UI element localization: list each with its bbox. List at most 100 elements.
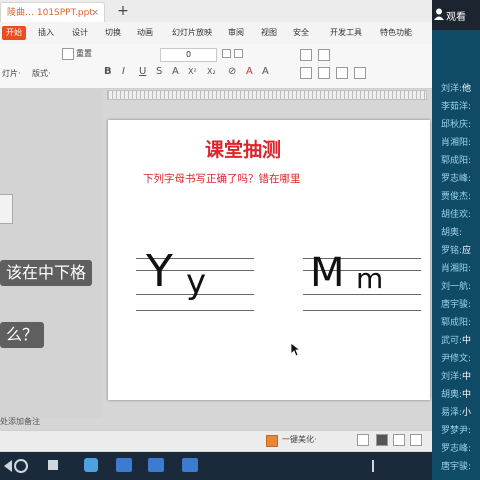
chat-username: 邱秋庆: [441,120,472,130]
text-effect-button[interactable]: A [262,66,269,78]
subscript-button[interactable]: X₂ [207,66,216,78]
subtitle-line-2: 么？ [0,322,45,348]
chat-text: 中 [462,372,472,382]
recent-apps-icon[interactable] [48,460,58,470]
chat-username: 肖湘阳: [441,264,472,274]
chat-text: 中 [462,336,472,346]
slides-pane [0,88,102,418]
chat-username: 胡奥: [441,390,463,400]
chat-message: 郓成阳: [432,314,480,332]
font-color-button[interactable]: A [172,66,179,78]
tab-design[interactable]: 设计 [72,26,88,40]
chat-message: 邱秋庆: [432,116,480,134]
letter-M: M [310,250,345,296]
close-tab-icon[interactable]: × [91,3,99,23]
reset-icon [62,48,74,60]
bullet-list-icon[interactable] [300,49,312,61]
chat-message: 肖湘阳: [432,134,480,152]
tab-special-features[interactable]: 特色功能 [380,26,412,40]
tab-developer-tools[interactable]: 开发工具 [330,26,362,40]
reset-button[interactable]: 重置 [76,48,92,60]
chat-username: 肖湘阳: [441,138,472,148]
reading-view-icon[interactable] [410,434,422,446]
justify-icon[interactable] [354,67,366,79]
chat-text: 中 [462,390,472,400]
new-slide-button[interactable]: 灯片· [2,68,21,80]
chat-message: 肖湘阳: [432,260,480,278]
horizontal-ruler [107,90,427,100]
user-icon [434,8,444,20]
chat-username: 胡佳欢: [441,210,472,220]
notes-view-icon[interactable] [357,434,369,446]
underline-button[interactable]: U [139,66,146,78]
font-size-input[interactable]: 0 [160,48,217,62]
chat-message: 刘一航: [432,278,480,296]
chat-username: 唐宇骏: [441,300,472,310]
chat-message: 罗志峰: [432,440,480,458]
chat-username: 刘洋: [441,84,463,94]
chat-message: 唐宇骏: [432,458,480,476]
tab-start[interactable]: 开始 [2,26,26,40]
normal-view-icon[interactable] [376,434,388,446]
chat-message: 郓成阳: [432,152,480,170]
chat-username: 胡奥: [441,228,463,238]
chat-username: 罗志峰: [441,444,472,454]
document-tab-label: 陵曲… 101SPPT.ppt [7,8,93,18]
document-tab[interactable]: 陵曲… 101SPPT.ppt × [0,2,105,22]
chat-username: 刘一航: [441,282,472,292]
letter-Y: Y [146,246,173,297]
back-icon[interactable] [4,460,12,472]
tab-review[interactable]: 审阅 [228,26,244,40]
chat-message: 尹修文: [432,350,480,368]
home-icon[interactable] [14,459,28,473]
tab-insert[interactable]: 插入 [38,26,54,40]
chat-text: 小 [462,408,472,418]
chat-message: 武可:中 [432,332,480,350]
letter-m: m [356,262,384,295]
decrease-font-icon[interactable] [234,49,243,58]
app-icon-1[interactable] [84,458,98,472]
strikethrough-button[interactable]: S [156,66,162,78]
slide-sorter-icon[interactable] [393,434,405,446]
chat-username: 刘洋: [441,372,463,382]
ribbon-tab-bar: 开始 插入 设计 切换 动画 幻灯片放映 审阅 视图 安全 开发工具 特色功能 [0,22,432,44]
chat-username: 罗志峰: [441,174,472,184]
align-center-icon[interactable] [318,67,330,79]
slide-title: 课堂抽测 [204,139,281,161]
viewers-label: 观看 [446,12,466,23]
increase-font-icon[interactable] [222,49,231,58]
chat-username: 李茹洋: [441,102,472,112]
chat-username: 郓成阳: [441,156,472,166]
tab-animation[interactable]: 动画 [137,26,153,40]
app-icon-4[interactable] [182,458,198,472]
beautify-icon[interactable] [266,435,278,447]
layout-button[interactable]: 版式· [32,68,51,80]
align-right-icon[interactable] [336,67,348,79]
chat-username: 贾俊杰: [441,192,472,202]
tab-transition[interactable]: 切换 [105,26,121,40]
clear-format-button[interactable]: ⊘ [228,66,236,78]
tab-security[interactable]: 安全 [293,26,309,40]
superscript-button[interactable]: X² [188,66,197,78]
chat-message: 胡奥: [432,224,480,242]
taskbar-divider [372,460,374,472]
slide-thumbnail[interactable] [0,194,13,224]
tab-slideshow[interactable]: 幻灯片放映 [172,26,212,40]
app-icon-2[interactable] [116,458,132,472]
notes-placeholder[interactable]: 处添加备注 [0,416,40,427]
new-tab-button[interactable]: + [116,2,130,20]
chat-message: 胡奥:中 [432,386,480,404]
one-click-beautify-button[interactable]: 一键美化· [282,434,317,446]
chat-message: 李茹洋: [432,98,480,116]
app-icon-3[interactable] [148,458,164,472]
chat-message: 易泽:小 [432,404,480,422]
chat-username: 唐宇骏: [441,462,472,472]
italic-button[interactable]: I [122,66,125,78]
numbered-list-icon[interactable] [318,49,330,61]
highlight-button[interactable]: A [246,66,253,78]
align-left-icon[interactable] [300,67,312,79]
letter-y: y [186,262,207,302]
chat-username: 罗梦尹: [441,426,472,436]
bold-button[interactable]: B [104,66,112,78]
tab-view[interactable]: 视图 [261,26,277,40]
